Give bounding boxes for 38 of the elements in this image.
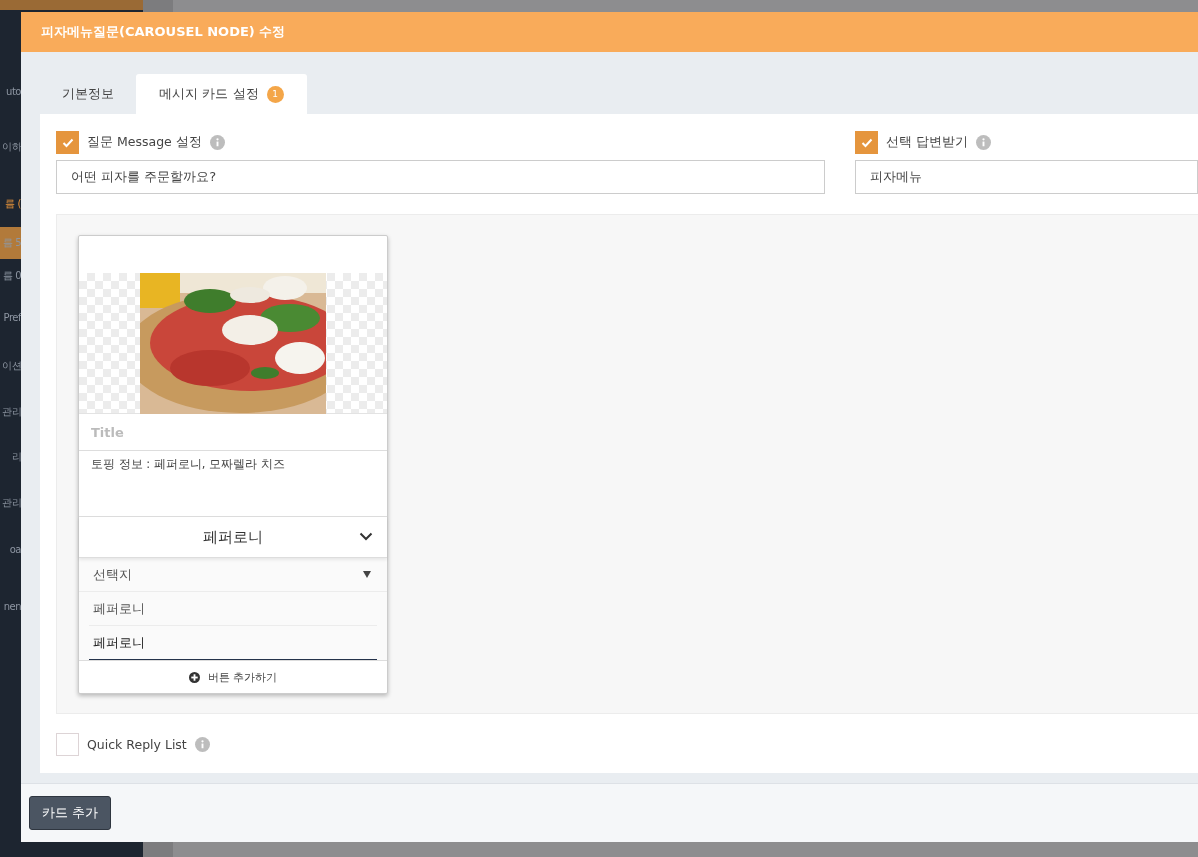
chevron-icon bbox=[359, 532, 373, 541]
sidebar-item[interactable]: 름 ( bbox=[0, 180, 21, 227]
checkbox[interactable] bbox=[56, 131, 79, 154]
option-label: 질문 Message 설정 bbox=[87, 134, 202, 151]
check-icon bbox=[61, 137, 74, 148]
sidebar-item[interactable]: uto bbox=[0, 68, 21, 114]
sidebar-item[interactable]: 리 bbox=[0, 434, 21, 480]
plus-icon bbox=[188, 671, 200, 683]
value-field[interactable]: 페퍼로니 bbox=[79, 626, 387, 660]
add-button-link[interactable]: 버튼 추가하기 bbox=[79, 660, 387, 693]
sidebar-item[interactable]: 름 0 bbox=[0, 259, 21, 292]
option-label: Quick Reply List bbox=[87, 737, 187, 752]
sidebar-item[interactable]: 이션 bbox=[0, 342, 21, 389]
sidebar-item[interactable]: Pref bbox=[0, 292, 21, 342]
caret-icon bbox=[363, 571, 371, 578]
checkbox[interactable] bbox=[56, 733, 79, 756]
add-card-button[interactable]: 카드 추가 bbox=[29, 796, 112, 830]
sidebar-item[interactable]: nen bbox=[0, 573, 21, 640]
checkbox[interactable] bbox=[855, 131, 878, 154]
info-icon bbox=[976, 135, 991, 150]
title-field[interactable]: Title bbox=[79, 414, 387, 451]
input-field[interactable]: 피자메뉴 bbox=[855, 160, 1198, 194]
label-field[interactable]: 페퍼로니 bbox=[79, 592, 387, 626]
option-label: 선택 답변받기 bbox=[886, 134, 968, 151]
type-select[interactable]: 선택지 bbox=[79, 558, 387, 592]
sidebar-item[interactable]: oa bbox=[0, 526, 21, 573]
input-field[interactable]: 어떤 피자를 주문할까요? bbox=[56, 160, 825, 194]
check-icon bbox=[860, 137, 873, 148]
sidebar-item[interactable]: 관리 bbox=[0, 389, 21, 434]
sidebar-item[interactable]: 관리 bbox=[0, 480, 21, 526]
sidebar-item[interactable]: 이하 bbox=[0, 114, 21, 180]
info-icon bbox=[209, 135, 225, 150]
info-icon bbox=[194, 737, 210, 752]
description-field[interactable]: 토핑 정보 : 페퍼로니, 모짜렐라 치즈 bbox=[79, 451, 387, 517]
tab[interactable]: 기본정보 bbox=[40, 74, 136, 114]
tab[interactable]: 메시지 카드 설정 1 bbox=[136, 74, 307, 114]
dialog-title: 피자메뉴질문(CAROUSEL NODE) 수정 bbox=[41, 23, 286, 41]
count-badge: 1 bbox=[266, 85, 284, 103]
